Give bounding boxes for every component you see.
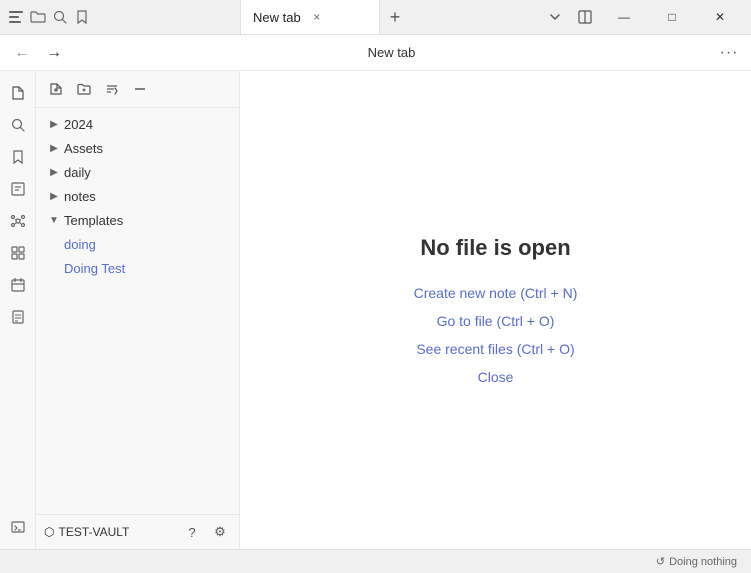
calendar-sidebar-icon[interactable] — [4, 271, 32, 299]
close-button[interactable]: ✕ — [697, 0, 743, 35]
create-new-note-link[interactable]: Create new note (Ctrl + N) — [414, 285, 578, 301]
page-title: New tab — [72, 45, 711, 60]
minimize-button[interactable]: — — [601, 0, 647, 35]
sort-button[interactable] — [100, 77, 124, 101]
maximize-button[interactable]: □ — [649, 0, 695, 35]
dropdown-button[interactable] — [541, 3, 569, 31]
pages-sidebar-icon[interactable] — [4, 303, 32, 331]
vault-label: TEST-VAULT — [58, 525, 129, 539]
tree-item-daily[interactable]: ▶ daily — [36, 160, 239, 184]
bookmark-sidebar-icon[interactable] — [4, 143, 32, 171]
back-button[interactable]: ← — [8, 39, 36, 67]
go-to-file-link[interactable]: Go to file (Ctrl + O) — [437, 313, 555, 329]
tree-item-doing[interactable]: doing — [36, 232, 239, 256]
tab-title: New tab — [253, 10, 301, 25]
status-icon: ↺ — [656, 555, 665, 568]
folder-label: 2024 — [64, 117, 231, 132]
chevron-icon: ▶ — [48, 143, 60, 154]
note-sidebar-icon[interactable] — [4, 175, 32, 203]
chevron-icon: ▶ — [48, 167, 60, 178]
vault-icon: ⬡ — [44, 525, 54, 539]
tree-item-notes[interactable]: ▶ notes — [36, 184, 239, 208]
file-panel-footer: ⬡ TEST-VAULT ? ⚙ — [36, 514, 239, 549]
new-folder-button[interactable] — [72, 77, 96, 101]
address-bar: ← → New tab ··· — [0, 35, 751, 71]
folder-label: notes — [64, 189, 231, 204]
graph-sidebar-icon[interactable] — [4, 207, 32, 235]
new-note-button[interactable] — [44, 77, 68, 101]
chevron-icon: ▶ — [48, 191, 60, 202]
activity-bar — [0, 71, 36, 549]
no-file-heading: No file is open — [420, 235, 570, 261]
widgets-sidebar-icon[interactable] — [4, 239, 32, 267]
files-sidebar-icon[interactable] — [4, 79, 32, 107]
terminal-sidebar-icon[interactable] — [4, 513, 32, 541]
help-button[interactable]: ? — [181, 521, 203, 543]
collapse-all-button[interactable] — [128, 77, 152, 101]
folder-label: Templates — [64, 213, 231, 228]
split-view-button[interactable] — [571, 3, 599, 31]
main-content: ▶ 2024 ▶ Assets ▶ daily ▶ notes ▼ Templa… — [0, 71, 751, 549]
folder-label: Assets — [64, 141, 231, 156]
more-options-button[interactable]: ··· — [715, 39, 743, 67]
file-explorer-panel: ▶ 2024 ▶ Assets ▶ daily ▶ notes ▼ Templa… — [36, 71, 240, 549]
search-sidebar-icon[interactable] — [4, 111, 32, 139]
status-item-doing-nothing: ↺ Doing nothing — [650, 555, 743, 568]
active-tab[interactable]: New tab × — [240, 0, 380, 34]
file-label: doing — [64, 237, 231, 252]
recent-files-link[interactable]: See recent files (Ctrl + O) — [416, 341, 574, 357]
search-titlebar-icon[interactable] — [52, 9, 68, 25]
settings-button[interactable]: ⚙ — [209, 521, 231, 543]
editor-action-links: Create new note (Ctrl + N) Go to file (C… — [414, 285, 578, 385]
tree-item-doing-test[interactable]: Doing Test — [36, 256, 239, 280]
status-label: Doing nothing — [669, 556, 737, 568]
tab-bar: New tab × + — [240, 0, 533, 34]
file-tree: ▶ 2024 ▶ Assets ▶ daily ▶ notes ▼ Templa… — [36, 108, 239, 514]
folder-icon[interactable] — [30, 9, 46, 25]
file-label: Doing Test — [64, 261, 231, 276]
tree-item-assets[interactable]: ▶ Assets — [36, 136, 239, 160]
bookmark-titlebar-icon[interactable] — [74, 9, 90, 25]
forward-button[interactable]: → — [40, 39, 68, 67]
chevron-icon: ▶ — [48, 119, 60, 130]
close-link[interactable]: Close — [478, 369, 514, 385]
vault-info[interactable]: ⬡ TEST-VAULT — [44, 525, 175, 539]
title-bar-left — [0, 9, 240, 25]
folder-label: daily — [64, 165, 231, 180]
chevron-icon: ▼ — [48, 215, 60, 226]
tab-close-button[interactable]: × — [309, 9, 325, 25]
file-panel-toolbar — [36, 71, 239, 108]
window-controls: — □ ✕ — [533, 0, 751, 35]
status-bar: ↺ Doing nothing — [0, 549, 751, 573]
title-bar: New tab × + — □ ✕ — [0, 0, 751, 35]
tree-item-2024[interactable]: ▶ 2024 — [36, 112, 239, 136]
new-tab-button[interactable]: + — [380, 2, 410, 32]
editor-area: No file is open Create new note (Ctrl + … — [240, 71, 751, 549]
app-icon — [8, 9, 24, 25]
tree-item-templates[interactable]: ▼ Templates — [36, 208, 239, 232]
